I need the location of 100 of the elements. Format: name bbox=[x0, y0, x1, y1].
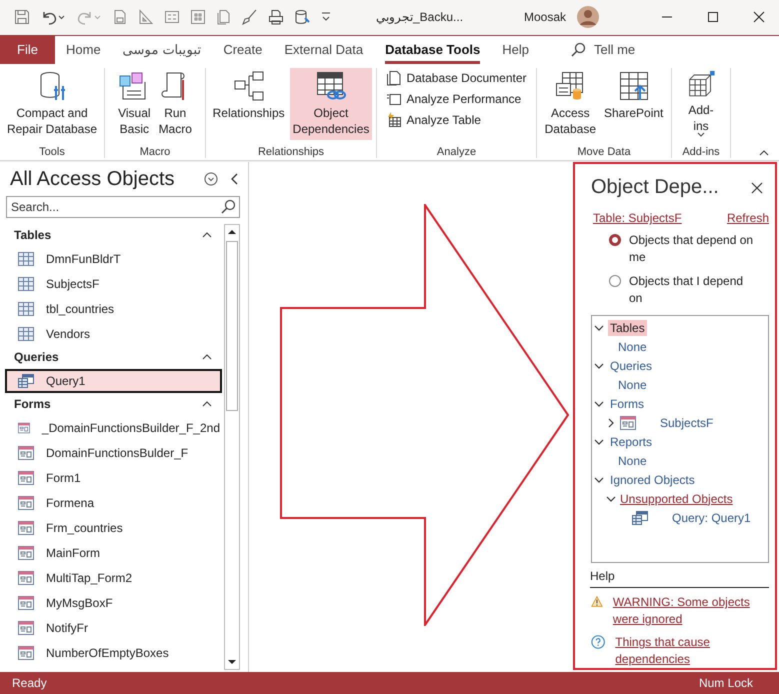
ribbon-button[interactable]: Relationships bbox=[210, 68, 288, 140]
group-label: Tools bbox=[39, 146, 65, 158]
user-name[interactable]: Moosak bbox=[524, 10, 566, 24]
close-icon[interactable] bbox=[753, 11, 765, 24]
object-item[interactable]: MyMsgBoxF bbox=[5, 591, 222, 616]
dropdown-circle-icon[interactable] bbox=[204, 172, 218, 186]
chevron-icon[interactable] bbox=[594, 362, 604, 370]
chevron-icon[interactable] bbox=[606, 494, 616, 503]
tell-me-field[interactable]: Tell me bbox=[592, 41, 676, 58]
chevron-icon bbox=[202, 401, 212, 408]
object-item[interactable]: DomainFunctionsBulder_F bbox=[5, 441, 222, 466]
object-item[interactable]: DmnFunBldrT bbox=[5, 247, 222, 272]
ribbon-button[interactable]: Object Dependencies bbox=[290, 68, 372, 140]
ribbon-tab[interactable]: Create bbox=[223, 36, 262, 64]
object-item[interactable]: MainForm bbox=[5, 541, 222, 566]
avatar[interactable] bbox=[576, 5, 600, 30]
ribbon-button[interactable]: Analyze Performance bbox=[383, 88, 530, 109]
object-item[interactable]: Formena bbox=[5, 491, 222, 516]
ribbon-button[interactable]: Visual Basic bbox=[115, 68, 154, 140]
tree-category[interactable]: Queries bbox=[608, 358, 654, 374]
ribbon-button[interactable]: Compact and Repair Database bbox=[4, 68, 100, 140]
tree-category[interactable]: Ignored Objects bbox=[608, 472, 697, 488]
object-item[interactable]: Frm_countries bbox=[5, 516, 222, 540]
group-header[interactable]: Queries bbox=[0, 346, 224, 368]
object-item[interactable]: NotifyFr bbox=[5, 616, 222, 640]
help-heading: Help bbox=[590, 569, 769, 588]
object-item[interactable]: _DomainFunctionsBuilder_F_2nd bbox=[5, 416, 222, 440]
form-icon bbox=[620, 416, 636, 430]
grid-icon[interactable] bbox=[190, 9, 206, 26]
print-icon[interactable] bbox=[268, 9, 284, 26]
refresh-link[interactable]: Refresh bbox=[726, 211, 769, 226]
chevron-icon[interactable] bbox=[594, 476, 604, 484]
form-icon bbox=[18, 546, 34, 560]
database-icon[interactable] bbox=[294, 9, 310, 26]
query-icon bbox=[18, 374, 34, 388]
tree-item: None bbox=[618, 454, 647, 468]
form-icon bbox=[18, 496, 34, 510]
table-icon bbox=[18, 327, 34, 342]
tree-item[interactable]: Query: Query1 bbox=[672, 510, 751, 525]
file-tab[interactable]: File bbox=[0, 36, 55, 64]
object-item[interactable]: MultiTap_Form2 bbox=[5, 566, 222, 590]
scrollbar[interactable] bbox=[224, 224, 240, 670]
object-item[interactable]: Vendors bbox=[5, 322, 222, 346]
query-icon bbox=[632, 510, 648, 525]
chevron-icon[interactable] bbox=[594, 400, 604, 408]
help-link[interactable]: WARNING: Some objects were ignored bbox=[612, 594, 769, 628]
pane-title: All Access Objects bbox=[10, 168, 176, 191]
tree-category[interactable]: Forms bbox=[608, 396, 646, 412]
chevron-icon[interactable] bbox=[606, 418, 616, 428]
object-item[interactable]: tbl_countries bbox=[5, 297, 222, 322]
object-item[interactable]: Query1 bbox=[5, 369, 222, 394]
collapse-ribbon-icon[interactable] bbox=[759, 150, 769, 156]
object-link[interactable]: Table: SubjectsF bbox=[593, 211, 682, 226]
radio-label[interactable]: Objects that I depend on bbox=[629, 273, 757, 308]
ribbon-tab[interactable]: External Data bbox=[284, 36, 364, 64]
group-header[interactable]: Tables bbox=[0, 224, 224, 246]
group-label: Macro bbox=[140, 146, 170, 158]
radio-button[interactable] bbox=[609, 275, 621, 288]
tree-item[interactable]: SubjectsF bbox=[660, 416, 714, 430]
form-icon[interactable] bbox=[164, 9, 180, 26]
tree-category[interactable]: Reports bbox=[608, 434, 654, 450]
ribbon-tab[interactable]: Home bbox=[66, 36, 101, 64]
help-link[interactable]: Things that cause dependencies bbox=[615, 634, 769, 668]
search-icon[interactable] bbox=[570, 42, 586, 58]
ribbon-tab[interactable]: Help bbox=[502, 36, 529, 64]
table-link-icon bbox=[315, 70, 348, 102]
object-item[interactable]: SubjectsF bbox=[5, 272, 222, 296]
ribbon-tab[interactable]: تبويبات موسى bbox=[122, 36, 202, 64]
form-icon bbox=[18, 621, 34, 636]
group-header[interactable]: Forms bbox=[0, 393, 224, 416]
close-icon[interactable] bbox=[751, 182, 763, 194]
chevron-left-icon[interactable] bbox=[230, 173, 238, 186]
radio-button[interactable] bbox=[609, 234, 621, 246]
chevron-icon[interactable] bbox=[594, 438, 604, 446]
help-icon bbox=[591, 634, 606, 650]
ribbon-button[interactable]: Add- ins bbox=[682, 68, 720, 140]
object-item[interactable]: Form1 bbox=[5, 466, 222, 490]
chevron-icon bbox=[202, 354, 212, 360]
radio-label[interactable]: Objects that depend on me bbox=[629, 232, 757, 266]
object-item[interactable]: NumberOfEmptyBoxes bbox=[5, 641, 222, 666]
ribbon-button[interactable]: Analyze Table bbox=[383, 110, 530, 130]
group-label: Add-ins bbox=[682, 146, 720, 158]
search-field[interactable]: Search... bbox=[6, 196, 240, 218]
tree-link[interactable]: Unsupported Objects bbox=[620, 492, 733, 506]
form-icon bbox=[18, 421, 30, 436]
document-icon[interactable] bbox=[216, 9, 232, 26]
brush-icon[interactable] bbox=[242, 9, 258, 26]
tree-category[interactable]: Tables bbox=[608, 320, 647, 336]
ribbon-button[interactable]: SharePoint bbox=[601, 68, 666, 140]
ribbon-button[interactable]: Database Documenter bbox=[383, 68, 530, 88]
search-icon[interactable] bbox=[220, 199, 236, 216]
ribbon-button[interactable]: Access Database bbox=[542, 68, 599, 140]
document-icon[interactable] bbox=[112, 9, 128, 26]
ruler-icon[interactable] bbox=[138, 9, 154, 26]
relationships-icon bbox=[232, 70, 265, 102]
save-icon[interactable] bbox=[14, 9, 30, 26]
maximize-icon[interactable] bbox=[707, 11, 719, 24]
ribbon-button[interactable]: Run Macro bbox=[156, 68, 195, 140]
chevron-icon[interactable] bbox=[594, 324, 604, 332]
form-icon bbox=[18, 471, 34, 486]
